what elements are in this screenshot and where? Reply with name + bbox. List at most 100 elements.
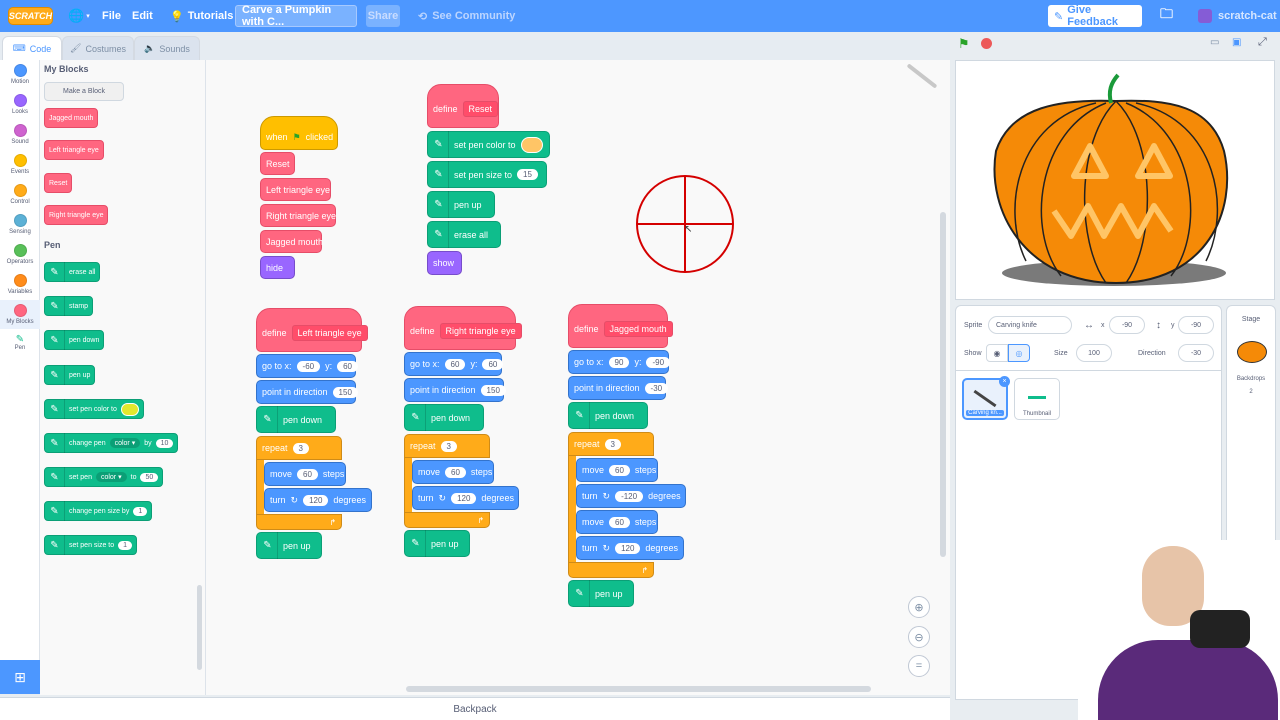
palette-jagged-mouth-block[interactable]: Jagged mouth (44, 108, 99, 128)
palette-reset-block[interactable]: Reset (44, 173, 73, 193)
tab-code[interactable]: ⌨ Code (2, 36, 62, 60)
zoom-reset-button[interactable]: = (908, 655, 930, 677)
degrees-input[interactable]: -120 (615, 490, 644, 502)
y-input[interactable]: 60 (482, 358, 504, 370)
category-operators[interactable]: Operators (0, 244, 40, 265)
tutorials-button[interactable]: 💡 Tutorials (170, 0, 233, 32)
set-pen-color-block[interactable]: ✎ set pen color to (427, 131, 550, 158)
category-control[interactable]: Control (0, 184, 40, 205)
point-in-direction-block[interactable]: point in direction -30 (568, 376, 669, 400)
language-menu[interactable]: 🌐 ▾ (68, 0, 90, 32)
pen-color-swatch[interactable] (520, 136, 543, 153)
value-input[interactable]: 10 (155, 438, 174, 448)
param-dropdown[interactable]: color ▾ (95, 472, 127, 482)
go-to-xy-block[interactable]: go to x: 60 y: 60 (404, 352, 504, 376)
workspace-vscrollbar[interactable] (940, 212, 946, 557)
add-extension-button[interactable]: ⊞ (0, 660, 40, 694)
steps-input[interactable]: 60 (297, 468, 318, 480)
steps-input[interactable]: 60 (609, 464, 630, 476)
x-input[interactable]: -60 (296, 360, 321, 372)
turn-degrees-block[interactable]: turn ↻ 120 degrees (576, 536, 684, 560)
folder-icon[interactable]: 🗀 (1160, 0, 1173, 32)
call-right-triangle-eye-block[interactable]: Right triangle eye (260, 204, 336, 227)
move-steps-block[interactable]: move 60 steps (264, 462, 346, 486)
palette-pen-down-block[interactable]: ✎ pen down (44, 330, 105, 350)
category-my-blocks[interactable]: My Blocks (0, 300, 40, 329)
show-sprite-button[interactable]: ◉ (986, 344, 1008, 362)
value-input[interactable]: 50 (140, 472, 159, 482)
pen-up-block[interactable]: ✎ pen up (256, 532, 322, 559)
tab-costumes[interactable]: 🖌 Costumes (62, 36, 134, 60)
palette-set-pen-param-block[interactable]: ✎ set pen color ▾ to 50 (44, 467, 164, 487)
direction-input[interactable]: -30 (1178, 344, 1214, 362)
y-input[interactable]: -90 (1178, 316, 1214, 334)
erase-all-block[interactable]: ✎ erase all (427, 221, 501, 248)
palette-change-pen-block[interactable]: ✎ change pen color ▾ by 10 (44, 433, 179, 453)
give-feedback-button[interactable]: ✎ Give Feedback (1048, 4, 1142, 28)
category-looks[interactable]: Looks (0, 94, 40, 115)
direction-input[interactable]: -30 (644, 382, 669, 394)
define-right-triangle-eye-block[interactable]: define Right triangle eye (404, 306, 522, 350)
x-input[interactable]: -90 (1109, 316, 1145, 334)
repeat-block[interactable]: repeat 3 (568, 432, 654, 456)
define-reset-block[interactable]: define Reset (427, 84, 499, 128)
make-a-block-button[interactable]: Make a Block (44, 82, 124, 101)
size-input[interactable]: 100 (1076, 344, 1112, 362)
when-flag-clicked-block[interactable]: when ⚑ clicked (260, 116, 338, 150)
call-reset-block[interactable]: Reset (260, 152, 295, 175)
turn-degrees-block[interactable]: turn ↻ 120 degrees (412, 486, 519, 510)
palette-set-pen-size-block[interactable]: ✎ set pen size to 1 (44, 535, 138, 555)
point-in-direction-block[interactable]: point in direction 150 (404, 378, 506, 402)
category-pen[interactable]: ✎ Pen (0, 334, 40, 351)
small-stage-button[interactable]: ▭ (1210, 37, 1219, 48)
see-community-button[interactable]: ⟲ See Community (418, 0, 515, 32)
sprite-thumb-thumbnail[interactable]: Thumbnail (1014, 378, 1060, 420)
palette-right-triangle-eye-block[interactable]: Right triangle eye (44, 205, 109, 225)
param-dropdown[interactable]: color ▾ (109, 438, 141, 448)
large-stage-button[interactable]: ▣ (1232, 37, 1241, 48)
pen-up-block[interactable]: ✎ pen up (427, 191, 495, 218)
repeat-block[interactable]: repeat 3 (256, 436, 342, 460)
palette-change-pen-size-block[interactable]: ✎ change pen size by 1 (44, 501, 153, 521)
hide-block[interactable]: hide (260, 256, 295, 279)
category-motion[interactable]: Motion (0, 64, 40, 85)
tab-sounds[interactable]: 🔈 Sounds (134, 36, 200, 60)
go-to-xy-block[interactable]: go to x: 90 y: -90 (568, 350, 671, 374)
sprite-name-input[interactable]: Carving knife (988, 316, 1072, 334)
move-steps-block[interactable]: move 60 steps (412, 460, 494, 484)
define-left-triangle-eye-block[interactable]: define Left triangle eye (256, 308, 368, 352)
repeat-count-input[interactable]: 3 (440, 440, 457, 452)
point-in-direction-block[interactable]: point in direction 150 (256, 380, 358, 404)
project-title-input[interactable]: Carve a Pumpkin with C... (235, 4, 357, 28)
pen-up-block[interactable]: ✎ pen up (404, 530, 470, 557)
category-variables[interactable]: Variables (0, 274, 40, 295)
zoom-out-button[interactable]: ⊖ (908, 626, 930, 648)
degrees-input[interactable]: 120 (303, 494, 329, 506)
pen-up-block[interactable]: ✎ pen up (568, 580, 634, 607)
share-button[interactable]: Share (366, 5, 400, 27)
category-sensing[interactable]: Sensing (0, 214, 40, 235)
scratch-logo[interactable]: SCRATCH (8, 7, 53, 25)
pen-down-block[interactable]: ✎ pen down (256, 406, 336, 433)
call-left-triangle-eye-block[interactable]: Left triangle eye (260, 178, 331, 201)
value-input[interactable]: 1 (118, 540, 133, 550)
x-input[interactable]: 90 (608, 356, 630, 368)
value-input[interactable]: 15 (517, 169, 538, 180)
y-input[interactable]: -90 (646, 356, 671, 368)
hide-sprite-button[interactable]: ◎ (1008, 344, 1030, 362)
repeat-block[interactable]: repeat 3 (404, 434, 490, 458)
direction-input[interactable]: 150 (480, 384, 506, 396)
steps-input[interactable]: 60 (445, 466, 466, 478)
y-input[interactable]: 60 (337, 360, 359, 372)
delete-sprite-button[interactable]: × (999, 376, 1010, 387)
palette-erase-all-block[interactable]: ✎ erase all (44, 262, 101, 282)
edit-menu[interactable]: Edit (132, 0, 153, 32)
direction-input[interactable]: 150 (332, 386, 358, 398)
category-sound[interactable]: Sound (0, 124, 40, 145)
color-swatch[interactable] (120, 402, 139, 416)
palette-left-triangle-eye-block[interactable]: Left triangle eye (44, 140, 104, 160)
sprite-thumb-carving-knife[interactable]: Carving kn... × (962, 376, 1010, 420)
show-block[interactable]: show (427, 251, 462, 275)
backpack[interactable]: Backpack (0, 697, 950, 720)
fullscreen-button[interactable]: ⤢ (1258, 36, 1267, 49)
